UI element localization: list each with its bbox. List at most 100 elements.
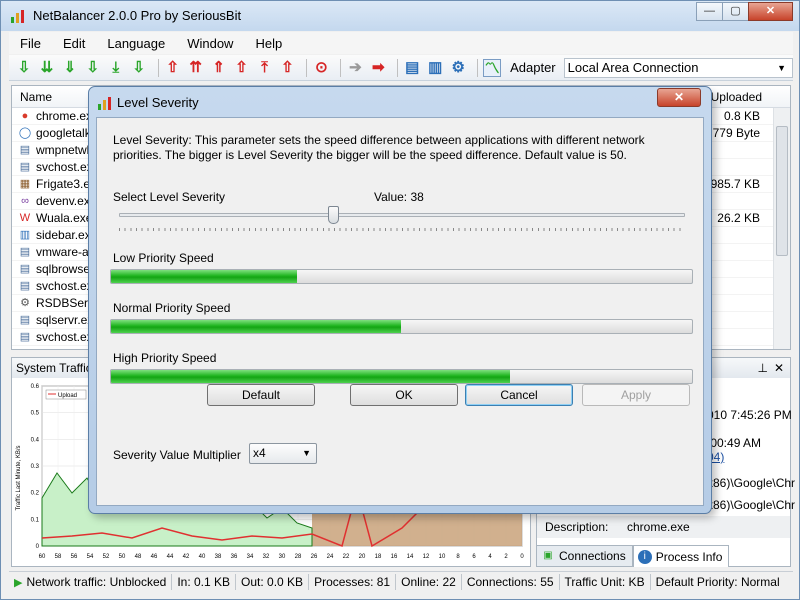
normal-priority-fill bbox=[111, 320, 401, 333]
play-icon: ▶ bbox=[14, 576, 23, 589]
upload-limit-icon[interactable]: ⇧ bbox=[164, 59, 182, 77]
download-normal-priority-icon[interactable]: ⇓ bbox=[61, 59, 79, 77]
chart-y-tick: 0.5 bbox=[31, 411, 40, 417]
chart-x-tick: 16 bbox=[391, 554, 398, 560]
netbalancer-app-icon bbox=[11, 10, 24, 23]
severity-slider-track[interactable] bbox=[119, 213, 685, 217]
toolbar-separator bbox=[477, 58, 479, 77]
minimize-button[interactable]: — bbox=[696, 2, 723, 21]
description-value: chrome.exe bbox=[627, 520, 690, 534]
gear-icon: ⚙ bbox=[20, 297, 30, 309]
high-priority-label: High Priority Speed bbox=[113, 351, 217, 365]
select-level-label: Select Level Severity bbox=[113, 190, 226, 204]
adapter-label: Adapter bbox=[510, 60, 556, 75]
menu-edit[interactable]: Edit bbox=[52, 36, 96, 51]
tab-process-info[interactable]: i Process Info bbox=[632, 545, 730, 567]
stop-icon[interactable]: ⊙ bbox=[312, 59, 330, 77]
chart-x-tick: 44 bbox=[167, 554, 174, 560]
chart-x-tick: 34 bbox=[247, 554, 254, 560]
low-priority-fill bbox=[111, 270, 297, 283]
apply-button[interactable]: Apply bbox=[582, 384, 690, 406]
chart-y-tick: 0.3 bbox=[31, 464, 40, 470]
chart-y-tick: 0.2 bbox=[31, 491, 40, 497]
tab-connections[interactable]: ▣ Connections bbox=[536, 545, 633, 567]
chart-x-tick: 50 bbox=[119, 554, 126, 560]
upload-low-priority-icon[interactable]: ⇧ bbox=[233, 59, 251, 77]
level-value-label: Value: 38 bbox=[374, 190, 424, 204]
multiplier-select[interactable]: x4 ▼ bbox=[249, 443, 317, 464]
low-priority-label: Low Priority Speed bbox=[113, 251, 214, 265]
download-high-priority-icon[interactable]: ⇊ bbox=[38, 59, 56, 77]
connections-icon: ▣ bbox=[543, 550, 553, 561]
ok-button[interactable]: OK bbox=[350, 384, 458, 406]
severity-slider-thumb[interactable] bbox=[328, 206, 340, 224]
chart-x-tick: 22 bbox=[343, 554, 350, 560]
toolbar-separator bbox=[340, 58, 342, 77]
process-uploaded: 985.7 KB bbox=[710, 177, 760, 191]
menu-window[interactable]: Window bbox=[176, 36, 244, 51]
forward-icon[interactable]: ➔ bbox=[346, 59, 364, 77]
statistics-icon[interactable]: ▥ bbox=[426, 59, 444, 77]
sidebar-icon: ▥ bbox=[19, 229, 31, 241]
upload-normal-priority-icon[interactable]: ⇑ bbox=[210, 59, 228, 77]
maximize-button[interactable]: ▢ bbox=[722, 2, 749, 21]
adapter-select-value: Local Area Connection bbox=[567, 59, 699, 75]
menu-file[interactable]: File bbox=[9, 36, 52, 51]
download-low-priority-icon[interactable]: ⇩ bbox=[84, 59, 102, 77]
status-bar: ▶ Network traffic: Unblocked In: 0.1 KB O… bbox=[9, 571, 793, 591]
status-processes: Processes: 81 bbox=[309, 573, 397, 590]
chart-x-tick: 40 bbox=[199, 554, 206, 560]
skip-icon[interactable]: ➡ bbox=[369, 59, 387, 77]
adapter-select[interactable]: Local Area Connection ▼ bbox=[563, 57, 794, 78]
rules-icon[interactable]: ▤ bbox=[403, 59, 421, 77]
chart-x-tick: 26 bbox=[311, 554, 318, 560]
chart-y-tick: 0.1 bbox=[31, 517, 40, 523]
high-priority-fill bbox=[111, 370, 511, 383]
description-row: Description: chrome.exe bbox=[537, 516, 790, 538]
chart-x-tick: 6 bbox=[472, 554, 476, 560]
column-uploaded-header[interactable]: Uploaded bbox=[711, 90, 762, 104]
chart-y-tick: 0 bbox=[36, 544, 40, 550]
download-block-icon[interactable]: ⇩ bbox=[130, 59, 148, 77]
app-icon: ▤ bbox=[19, 314, 31, 326]
menu-help[interactable]: Help bbox=[244, 36, 293, 51]
traffic-chart-icon[interactable]: 〽 bbox=[483, 58, 502, 77]
app-icon: ▤ bbox=[19, 280, 31, 292]
toolbar: ⇩ ⇊ ⇓ ⇩ ⤓ ⇩ ⇧ ⇈ ⇑ ⇧ ⤒ ⇧ ⊙ ➔ ➡ ▤ ▥ ⚙ 〽 Ad… bbox=[9, 55, 794, 81]
chart-y-tick: 0.4 bbox=[31, 437, 40, 443]
app-icon: ▤ bbox=[19, 161, 31, 173]
dialog-title: Level Severity bbox=[117, 95, 199, 110]
cancel-button[interactable]: Cancel bbox=[465, 384, 573, 406]
settings-icon[interactable]: ⚙ bbox=[449, 59, 467, 77]
pin-icon[interactable]: ⊥ bbox=[758, 361, 768, 375]
upload-block-icon[interactable]: ⇧ bbox=[278, 59, 296, 77]
slider-ticks bbox=[119, 228, 685, 231]
status-network-text: Network traffic: Unblocked bbox=[26, 574, 167, 589]
chart-x-tick: 52 bbox=[103, 554, 110, 560]
chart-x-tick: 32 bbox=[263, 554, 270, 560]
chart-x-tick: 14 bbox=[407, 554, 414, 560]
dialog-close-button[interactable]: ✕ bbox=[657, 88, 701, 107]
app-icon: ▤ bbox=[19, 246, 31, 258]
upload-ignore-icon[interactable]: ⤒ bbox=[256, 59, 274, 77]
column-name-header[interactable]: Name bbox=[20, 90, 52, 104]
chart-x-tick: 54 bbox=[87, 554, 94, 560]
chart-x-tick: 4 bbox=[488, 554, 492, 560]
scrollbar-thumb[interactable] bbox=[776, 126, 788, 256]
vertical-scrollbar[interactable] bbox=[773, 108, 790, 349]
chart-x-tick: 58 bbox=[55, 554, 62, 560]
status-in: In: 0.1 KB bbox=[172, 573, 237, 590]
upload-high-priority-icon[interactable]: ⇈ bbox=[187, 59, 205, 77]
frigate-icon: ▦ bbox=[19, 178, 31, 190]
menu-language[interactable]: Language bbox=[96, 36, 176, 51]
download-limit-icon[interactable]: ⇩ bbox=[15, 59, 33, 77]
download-ignore-icon[interactable]: ⤓ bbox=[107, 59, 125, 77]
info-path: x86)\Google\Chr bbox=[707, 476, 796, 490]
chart-y-tick: 0.6 bbox=[31, 384, 40, 390]
close-pane-icon[interactable]: ✕ bbox=[774, 361, 784, 375]
chart-x-tick: 48 bbox=[135, 554, 142, 560]
default-button[interactable]: Default bbox=[207, 384, 315, 406]
title-bar: NetBalancer 2.0.0 Pro by SeriousBit — ▢ … bbox=[1, 1, 799, 31]
close-button[interactable]: ✕ bbox=[748, 2, 793, 21]
app-icon: ▤ bbox=[19, 144, 31, 156]
